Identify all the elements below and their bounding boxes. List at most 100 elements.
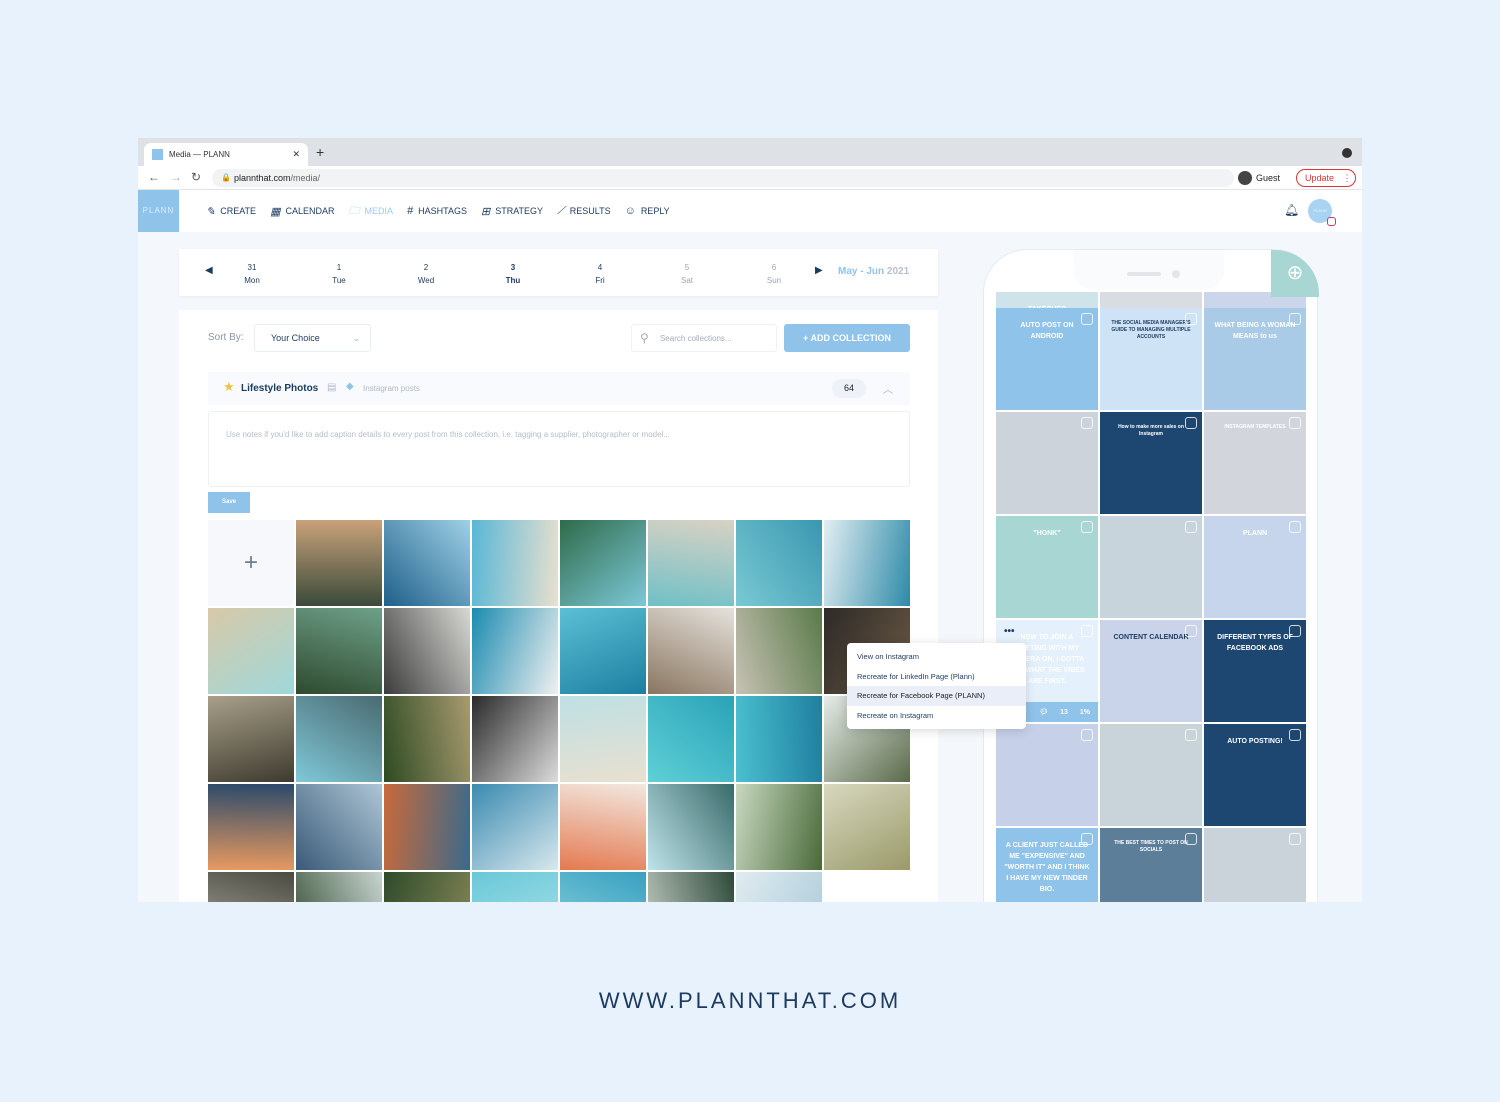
media-thumbnail[interactable] [472, 608, 558, 694]
save-button[interactable]: Save [208, 492, 250, 513]
media-thumbnail[interactable] [208, 696, 294, 782]
media-thumbnail[interactable] [208, 872, 294, 902]
feed-post[interactable]: A CLIENT JUST CALLED ME "EXPENSIVE" AND … [996, 828, 1098, 902]
media-thumbnail[interactable] [384, 608, 470, 694]
nav-strategy[interactable]: ⊞ STRATEGY [481, 205, 543, 218]
media-thumbnail[interactable] [560, 872, 646, 902]
date-range[interactable]: May - Jun 2021 [838, 266, 909, 277]
avatar[interactable]: PLANN [1308, 199, 1336, 226]
media-thumbnail[interactable] [384, 872, 470, 902]
star-icon[interactable]: ★ [223, 379, 235, 395]
media-thumbnail[interactable] [648, 608, 734, 694]
media-thumbnail[interactable] [296, 608, 382, 694]
next-week-arrow-icon[interactable]: ▶ [815, 265, 823, 276]
back-icon[interactable]: ← [148, 170, 160, 184]
chevron-up-icon[interactable]: ︿ [883, 381, 893, 396]
feed-post[interactable]: THE SOCIAL MEDIA MANAGER'S GUIDE TO MANA… [1100, 308, 1202, 410]
feed-post[interactable]: AUTO POST ON ANDROID [996, 308, 1098, 410]
media-thumbnail[interactable] [472, 520, 558, 606]
search-collections-input[interactable]: ⚲ Search collections... [631, 324, 777, 352]
collection-header[interactable]: ★ Lifestyle Photos ▤ ◆ Instagram posts 6… [208, 372, 910, 405]
media-thumbnail[interactable] [824, 520, 910, 606]
feed-post[interactable] [1100, 724, 1202, 826]
media-thumbnail[interactable] [560, 520, 646, 606]
new-tab-button[interactable]: + [316, 144, 324, 160]
feed-post[interactable]: AUTO POSTING! [1204, 724, 1306, 826]
day-wed[interactable]: 2 Wed [406, 261, 446, 287]
context-menu-item[interactable]: View on Instagram [847, 647, 1026, 667]
feed-post[interactable] [996, 724, 1098, 826]
feed-post[interactable] [1204, 828, 1306, 902]
close-tab-icon[interactable]: ✕ [292, 149, 300, 160]
media-thumbnail[interactable] [208, 608, 294, 694]
day-sun[interactable]: 6 Sun [754, 261, 794, 287]
feed-post[interactable]: DIFFERENT TYPES OF FACEBOOK ADS [1204, 620, 1306, 722]
media-thumbnail[interactable] [648, 784, 734, 870]
collection-notes-textarea[interactable]: Use notes if you'd like to add caption d… [208, 411, 910, 487]
media-thumbnail[interactable] [736, 784, 822, 870]
feed-post[interactable]: CONTENT CALENDAR [1100, 620, 1202, 722]
media-thumbnail[interactable] [208, 784, 294, 870]
feed-post[interactable] [1100, 516, 1202, 618]
bell-icon[interactable]: 🔔︎ [1284, 203, 1299, 217]
context-menu-item[interactable]: Recreate for Facebook Page (PLANN) [847, 686, 1026, 706]
plann-logo[interactable]: PLANN [138, 190, 179, 232]
reload-icon[interactable]: ↻ [191, 170, 201, 184]
sort-select[interactable]: Your Choice ⌄ [254, 324, 371, 352]
day-tue[interactable]: 1 Tue [319, 261, 359, 287]
media-thumbnail[interactable] [472, 784, 558, 870]
media-thumbnail[interactable] [296, 784, 382, 870]
context-menu-item[interactable]: Recreate on Instagram [847, 706, 1026, 726]
feed-post[interactable]: WHAT BEING A WOMAN MEANS to us [1204, 308, 1306, 410]
media-thumbnail[interactable] [560, 696, 646, 782]
media-thumbnail[interactable] [648, 520, 734, 606]
media-thumbnail[interactable] [472, 872, 558, 902]
more-icon[interactable]: ••• [1004, 626, 1015, 637]
media-thumbnail[interactable] [736, 872, 822, 902]
day-sat[interactable]: 5 Sat [667, 261, 707, 287]
nav-results[interactable]: ⟋ RESULTS [557, 205, 611, 218]
media-thumbnail[interactable] [648, 872, 734, 902]
nav-create[interactable]: ✎ CREATE [206, 205, 256, 218]
feed-post[interactable]: How to make more sales on Instagram [1100, 412, 1202, 514]
tab-search-icon[interactable] [1342, 148, 1352, 158]
add-media-button[interactable]: + [208, 520, 294, 606]
url-input[interactable]: 🔒 plannthat.com/media/ [212, 169, 1234, 187]
media-thumbnail[interactable] [296, 872, 382, 902]
media-thumbnail[interactable] [472, 696, 558, 782]
nav-media[interactable]: 🗀 MEDIA [348, 202, 393, 221]
media-thumbnail[interactable] [736, 608, 822, 694]
media-thumbnail[interactable] [824, 784, 910, 870]
forward-icon[interactable]: → [170, 170, 182, 184]
profile-button[interactable]: Guest [1238, 169, 1290, 187]
media-thumbnail[interactable] [560, 608, 646, 694]
feed-post[interactable]: THE BEST TIMES TO POST ON SOCIALS [1100, 828, 1202, 902]
tag-icon[interactable]: ◆ [346, 381, 354, 392]
day-mon[interactable]: 31 Mon [232, 261, 272, 287]
media-thumbnail[interactable] [296, 696, 382, 782]
update-button[interactable]: Update ⋮ [1296, 169, 1356, 187]
media-thumbnail[interactable] [384, 696, 470, 782]
media-thumbnail[interactable] [296, 520, 382, 606]
zoom-in-icon[interactable]: ⊕ [1271, 250, 1319, 297]
feed-post[interactable] [996, 412, 1098, 514]
media-thumbnail[interactable] [384, 520, 470, 606]
nav-hashtags[interactable]: # HASHTAGS [407, 205, 467, 217]
feed-post[interactable]: PLANN [1204, 516, 1306, 618]
media-thumbnail[interactable] [736, 696, 822, 782]
media-thumbnail[interactable] [560, 784, 646, 870]
media-thumbnail[interactable] [648, 696, 734, 782]
notes-icon[interactable]: ▤ [327, 382, 336, 393]
day-thu[interactable]: 3 Thu [493, 261, 533, 287]
add-collection-button[interactable]: + ADD COLLECTION [784, 324, 910, 352]
media-thumbnail[interactable] [384, 784, 470, 870]
context-menu-item[interactable]: Recreate for LinkedIn Page (Plann) [847, 667, 1026, 687]
browser-tab[interactable]: Media — PLANN ✕ [144, 143, 308, 166]
nav-calendar[interactable]: ▦ CALENDAR [270, 205, 334, 218]
prev-week-arrow-icon[interactable]: ◀ [205, 265, 213, 276]
feed-post[interactable]: "HONK" [996, 516, 1098, 618]
nav-reply[interactable]: ☺ REPLY [625, 205, 670, 217]
day-fri[interactable]: 4 Fri [580, 261, 620, 287]
feed-post[interactable]: INSTAGRAM TEMPLATES [1204, 412, 1306, 514]
media-thumbnail[interactable] [736, 520, 822, 606]
